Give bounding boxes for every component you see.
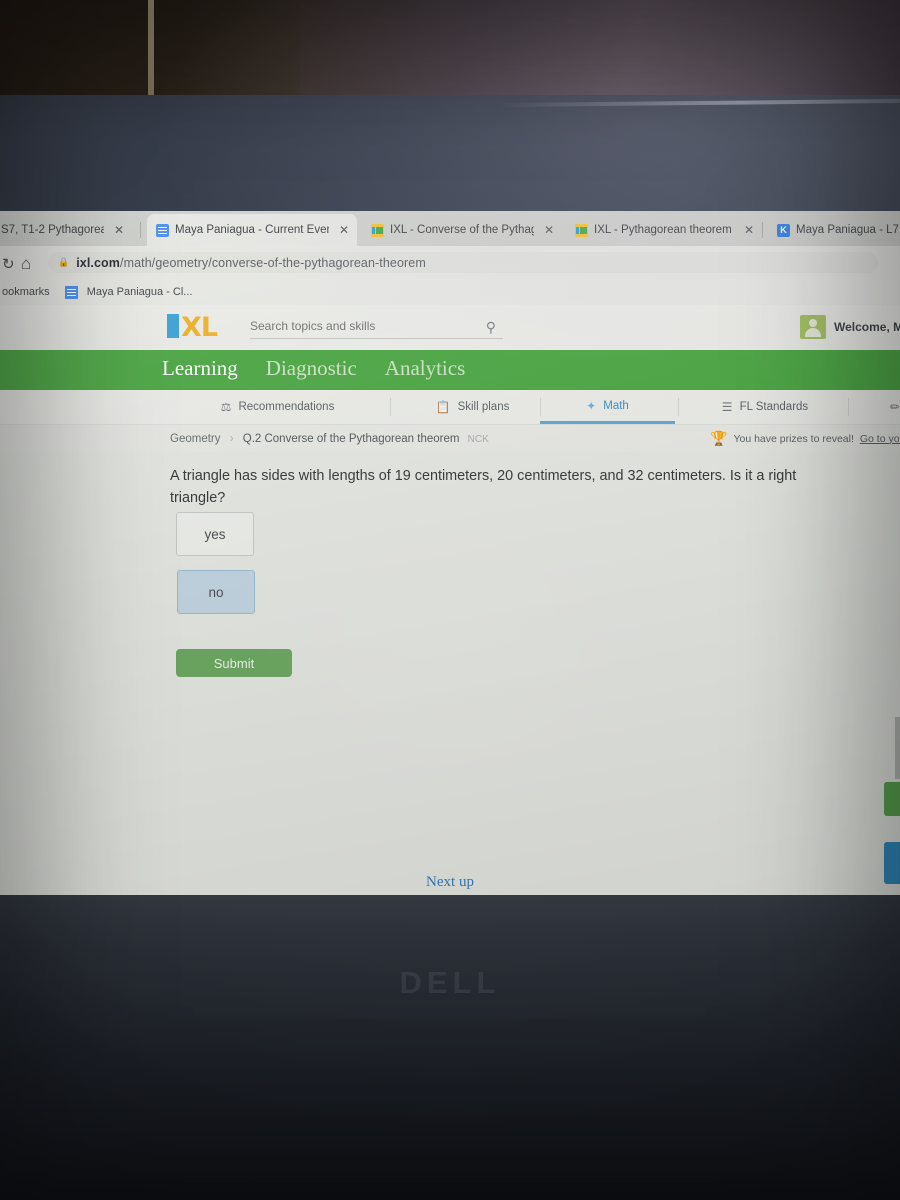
address-bar[interactable]: 🔒 ixl.com/math/geometry/converse-of-the-… [48, 252, 878, 273]
home-icon[interactable]: ⌂ [21, 254, 31, 274]
submit-button[interactable]: Submit [176, 649, 292, 677]
question-panel: A triangle has sides with lengths of 19 … [0, 452, 900, 897]
nav-tab-learning[interactable]: Learning [162, 356, 238, 381]
close-icon[interactable]: ✕ [114, 223, 124, 237]
search-box[interactable]: ⚲ [250, 317, 503, 339]
lock-icon: 🔒 [58, 257, 70, 267]
ixl-logo-bar [167, 314, 179, 338]
trophy-icon: 🏆 [710, 430, 728, 446]
prizes-text: You have prizes to reveal! [733, 432, 854, 445]
ixl-logo-text: XL [181, 312, 218, 343]
edge-widget-green[interactable] [884, 782, 900, 816]
search-input[interactable] [250, 319, 465, 333]
ixl-icon [371, 223, 384, 237]
subnav-math[interactable]: ✦ Math [540, 390, 675, 424]
ixl-header: XL ⚲ Welcome, M [0, 305, 900, 350]
browser-tab-2[interactable]: IXL - Converse of the Pythagore ✕ [362, 214, 562, 246]
user-avatar-icon [800, 315, 826, 339]
url-path: /math/geometry/converse-of-the-pythagore… [120, 255, 426, 270]
search-icon[interactable]: ⚲ [486, 319, 496, 336]
nav-tab-analytics[interactable]: Analytics [385, 356, 465, 381]
breadcrumb-current: Q.2 Converse of the Pythagorean theorem [242, 432, 460, 445]
next-up-label: Next up [426, 874, 474, 890]
subnav-label: Math [603, 399, 629, 412]
ixl-logo[interactable]: XL [167, 312, 239, 343]
wall-trim-strip [148, 0, 154, 98]
taskbar [0, 897, 900, 937]
ixl-icon [575, 223, 588, 237]
browser-tab-4[interactable]: K Maya Paniagua - L7.1 - C [768, 214, 900, 246]
browser-tab-1[interactable]: Maya Paniagua - Current Event ✕ [147, 214, 357, 246]
tab-divider [762, 222, 763, 238]
monitor-bottom-bezel [0, 895, 900, 1200]
account-area[interactable]: Welcome, M [800, 315, 900, 339]
google-docs-icon [64, 285, 78, 299]
browser-tab-label: Maya Paniagua - L7.1 - C [796, 224, 900, 236]
choice-label: no [208, 584, 224, 600]
monitor-brand-logo: DELL [399, 965, 501, 1000]
ixl-main-nav: Learning Diagnostic Analytics [0, 350, 900, 390]
welcome-label: Welcome, M [834, 320, 900, 334]
subnav-fl-standards[interactable]: ☰ FL Standards [690, 390, 840, 424]
subnav-divider [848, 398, 849, 416]
active-tab-pointer [200, 341, 218, 348]
subnav-label: FL Standards [739, 401, 809, 413]
browser-tab-3[interactable]: IXL - Pythagorean theorem (Geo ✕ [566, 214, 762, 246]
subnav-label: Recommendations [238, 401, 335, 413]
bookmarks-bar: ookmarks Maya Paniagua - Cl... [0, 279, 900, 305]
subnav-divider [390, 398, 391, 416]
list-icon: ☰ [721, 400, 733, 414]
clipboard-icon: 📋 [435, 400, 451, 414]
browser-tab-strip: S7, T1-2 Pythagorean T ✕ Maya Paniagua -… [0, 211, 900, 246]
subnav-recommendations[interactable]: ⚖ Recommendations [185, 390, 370, 424]
subnav-skill-plans[interactable]: 📋 Skill plans [400, 390, 545, 424]
ixl-page: XL ⚲ Welcome, M Learning Diagnostic Anal… [0, 305, 900, 897]
url-text: ixl.com/math/geometry/converse-of-the-py… [76, 256, 426, 270]
bookmarks-label: ookmarks [2, 286, 50, 298]
chevron-right-icon: › [229, 432, 234, 445]
scrollbar-thumb[interactable] [895, 717, 900, 779]
prizes-banner[interactable]: 🏆 You have prizes to reveal! Go to you [710, 430, 900, 447]
reload-icon[interactable]: ↻ [2, 255, 15, 273]
close-icon[interactable]: ✕ [744, 223, 754, 237]
browser-tab-0[interactable]: S7, T1-2 Pythagorean T ✕ [0, 214, 132, 246]
photo-of-monitor: S7, T1-2 Pythagorean T ✕ Maya Paniagua -… [0, 0, 900, 1200]
browser-tab-label: IXL - Pythagorean theorem (Geo [594, 224, 734, 236]
monitor-top-bezel [0, 95, 900, 213]
math-compass-icon: ✦ [586, 398, 597, 413]
language-arts-icon: ✏ [889, 400, 900, 414]
choice-label: yes [204, 526, 226, 542]
tab-divider [140, 222, 141, 238]
skill-code: NCK [467, 433, 489, 445]
browser-tab-label: IXL - Converse of the Pythagore [390, 224, 534, 236]
close-icon[interactable]: ✕ [339, 223, 349, 237]
kami-icon: K [777, 223, 790, 237]
subnav-divider [678, 398, 679, 416]
ixl-nav-tabs: Learning Diagnostic Analytics [162, 356, 465, 381]
choice-yes[interactable]: yes [176, 512, 254, 556]
breadcrumb-bar: Geometry › Q.2 Converse of the Pythagore… [0, 424, 900, 452]
bookmark-item-0[interactable]: Maya Paniagua - Cl... [87, 286, 193, 298]
url-domain: ixl.com [76, 255, 120, 270]
nav-tab-diagnostic[interactable]: Diagnostic [266, 356, 357, 381]
question-text: A triangle has sides with lengths of 19 … [170, 468, 797, 506]
subnav-label: Skill plans [457, 401, 510, 413]
ixl-sub-nav: ⚖ Recommendations 📋 Skill plans ✦ Math ☰… [0, 390, 900, 424]
breadcrumb-root[interactable]: Geometry [170, 433, 221, 445]
google-docs-icon [156, 223, 169, 237]
browser-tab-label: Maya Paniagua - Current Event [175, 224, 329, 236]
monitor-screen: S7, T1-2 Pythagorean T ✕ Maya Paniagua -… [0, 211, 900, 897]
close-icon[interactable]: ✕ [544, 223, 554, 237]
browser-tab-label: S7, T1-2 Pythagorean T [1, 224, 104, 236]
prizes-link[interactable]: Go to you [860, 433, 900, 445]
subnav-language-arts[interactable]: ✏ [880, 390, 900, 424]
signpost-icon: ⚖ [220, 400, 232, 414]
breadcrumb: Geometry › Q.2 Converse of the Pythagore… [170, 433, 489, 445]
choice-no[interactable]: no [177, 570, 255, 614]
